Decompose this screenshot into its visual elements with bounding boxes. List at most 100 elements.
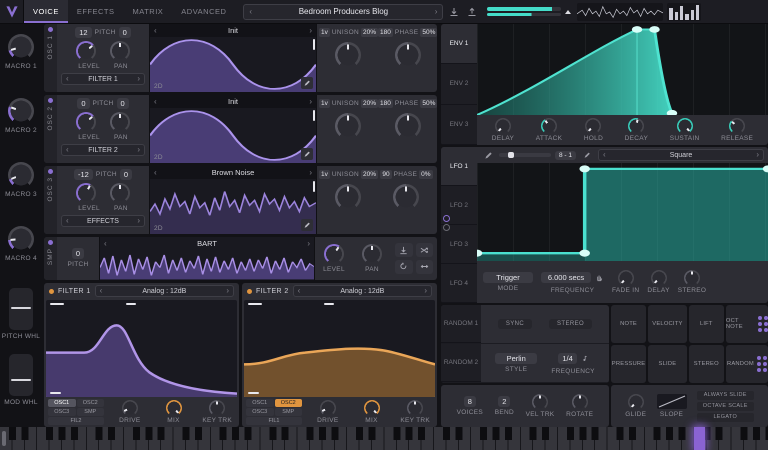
volume-slider[interactable] bbox=[487, 7, 561, 16]
next-icon[interactable]: › bbox=[756, 151, 759, 159]
keyboard-scroll-handle[interactable] bbox=[2, 431, 6, 446]
osc2-unison-knob[interactable] bbox=[335, 113, 361, 139]
osc2-frame-slider[interactable] bbox=[313, 110, 315, 121]
tab-advanced[interactable]: ADVANCED bbox=[172, 0, 235, 23]
env-release-knob[interactable] bbox=[729, 118, 745, 134]
always-slide-toggle[interactable]: ALWAYS SLIDE bbox=[697, 391, 754, 400]
osc3-unison-voices[interactable]: 1v bbox=[319, 170, 330, 179]
mod-source-random[interactable]: RANDOM bbox=[726, 345, 768, 383]
lfo-drag-source-icon[interactable] bbox=[443, 215, 450, 231]
osc2-dest-selector[interactable]: ‹ FILTER 2 › bbox=[61, 144, 145, 156]
filter2-display[interactable] bbox=[244, 300, 435, 398]
next-icon[interactable]: › bbox=[137, 217, 140, 225]
lfo-smooth-slider[interactable] bbox=[499, 153, 551, 157]
osc2-transpose[interactable]: 0 bbox=[77, 98, 89, 109]
filter2-resonance-slider[interactable] bbox=[324, 303, 334, 306]
sampler-power-button[interactable] bbox=[48, 240, 53, 245]
osc1-unison-voices[interactable]: 1v bbox=[319, 28, 330, 37]
mod-source-velocity[interactable]: VELOCITY bbox=[648, 305, 687, 343]
osc2-pan-knob[interactable] bbox=[110, 112, 130, 132]
next-icon[interactable]: › bbox=[226, 287, 229, 295]
osc2-wave-display[interactable]: ‹ Init › 2D bbox=[149, 95, 317, 163]
preset-browser[interactable]: ‹ Bedroom Producers Blog › bbox=[243, 4, 443, 20]
mod-handle-icon[interactable] bbox=[757, 356, 767, 372]
filter1-power-button[interactable] bbox=[49, 289, 54, 294]
tab-random1[interactable]: RANDOM 1 bbox=[441, 305, 481, 343]
tab-lfo4[interactable]: LFO 4 bbox=[441, 264, 477, 303]
osc2-power-button[interactable] bbox=[48, 98, 53, 103]
osc1-tune[interactable]: 0 bbox=[119, 27, 131, 38]
osc1-unison-detune[interactable]: 20% bbox=[361, 28, 378, 37]
filter1-mix-knob[interactable] bbox=[166, 400, 182, 416]
filter1-cutoff-slider[interactable] bbox=[50, 303, 64, 306]
voices-value[interactable]: 8 bbox=[464, 396, 476, 407]
osc3-unison-detune[interactable]: 20% bbox=[361, 170, 378, 179]
prev-icon[interactable]: ‹ bbox=[66, 75, 69, 83]
sampler-save-icon[interactable] bbox=[395, 243, 413, 257]
filter1-input-fil2[interactable]: FIL2 bbox=[48, 417, 104, 425]
osc1-wave-name[interactable]: Init bbox=[228, 26, 238, 35]
filter2-model-selector[interactable]: ‹ Analog : 12dB › bbox=[293, 285, 432, 297]
macro2-knob[interactable] bbox=[8, 98, 34, 124]
prev-icon[interactable]: ‹ bbox=[154, 98, 157, 106]
osc3-tune[interactable]: 0 bbox=[120, 169, 132, 180]
filter1-input-smp[interactable]: SMP bbox=[77, 408, 105, 416]
sampler-transpose[interactable]: 0 bbox=[72, 248, 84, 259]
env-decay-knob[interactable] bbox=[628, 118, 644, 134]
next-icon[interactable]: › bbox=[424, 287, 427, 295]
tab-lfo1[interactable]: LFO 1 bbox=[441, 147, 477, 186]
filter2-input-smp[interactable]: SMP bbox=[275, 408, 303, 416]
prev-icon[interactable]: ‹ bbox=[154, 27, 157, 35]
filter1-resonance-slider[interactable] bbox=[126, 303, 136, 306]
keyboard[interactable] bbox=[0, 427, 768, 450]
velocity-track-knob[interactable] bbox=[532, 394, 548, 410]
filter1-input-osc1[interactable]: OSC1 bbox=[48, 399, 76, 407]
macro4-knob[interactable] bbox=[8, 226, 34, 252]
osc3-level-knob[interactable] bbox=[76, 183, 96, 203]
osc3-phase-knob[interactable] bbox=[393, 184, 419, 210]
preset-next-icon[interactable]: › bbox=[435, 8, 438, 16]
osc3-frame-slider[interactable] bbox=[313, 181, 315, 192]
pitch-wheel[interactable] bbox=[9, 288, 33, 330]
mod-handle-icon[interactable] bbox=[758, 316, 768, 332]
env-attack-knob[interactable] bbox=[541, 118, 557, 134]
osc2-phase-value[interactable]: 180 bbox=[378, 99, 393, 108]
sampler-wave-display[interactable]: ‹ BART › bbox=[99, 237, 315, 279]
note-icon[interactable] bbox=[580, 352, 588, 366]
osc3-unison-knob[interactable] bbox=[335, 184, 361, 210]
filter1-input-osc3[interactable]: OSC3 bbox=[48, 408, 76, 416]
lfo-grid-selector[interactable]: 8 - 1 bbox=[555, 151, 576, 160]
filter1-blend-slider[interactable] bbox=[50, 392, 61, 395]
filter2-input-osc3[interactable]: OSC3 bbox=[246, 408, 274, 416]
pencil-icon[interactable] bbox=[580, 148, 594, 162]
osc1-phase-knob[interactable] bbox=[395, 42, 421, 68]
tap-tempo-icon[interactable] bbox=[594, 271, 604, 285]
filter1-display[interactable] bbox=[46, 300, 237, 398]
prev-icon[interactable]: ‹ bbox=[603, 151, 606, 159]
osc3-edit-button[interactable] bbox=[301, 219, 313, 231]
osc1-dims-toggle[interactable]: 2D bbox=[154, 83, 163, 90]
prev-icon[interactable]: ‹ bbox=[66, 217, 69, 225]
next-icon[interactable]: › bbox=[309, 27, 312, 35]
filter2-blend-slider[interactable] bbox=[248, 392, 259, 395]
env-hold-knob[interactable] bbox=[585, 118, 601, 134]
save-icon[interactable] bbox=[447, 5, 461, 19]
sampler-bounce-icon[interactable] bbox=[416, 260, 434, 274]
env-delay-knob[interactable] bbox=[495, 118, 511, 134]
preset-prev-icon[interactable]: ‹ bbox=[249, 8, 252, 16]
osc1-power-button[interactable] bbox=[48, 27, 53, 32]
osc3-dest-selector[interactable]: ‹ EFFECTS › bbox=[61, 215, 145, 227]
lfo-fadein-knob[interactable] bbox=[618, 270, 634, 286]
osc2-edit-button[interactable] bbox=[301, 148, 313, 160]
prev-icon[interactable]: ‹ bbox=[154, 169, 157, 177]
lfo-display[interactable] bbox=[477, 163, 768, 261]
tab-random2[interactable]: RANDOM 2 bbox=[441, 344, 481, 382]
rotate-knob[interactable] bbox=[572, 394, 588, 410]
osc1-wave-display[interactable]: ‹ Init › 2D bbox=[149, 24, 317, 92]
osc2-tune[interactable]: 0 bbox=[117, 98, 129, 109]
lfo-delay-knob[interactable] bbox=[651, 270, 667, 286]
filter1-input-osc2[interactable]: OSC2 bbox=[77, 399, 105, 407]
osc3-phase-rand[interactable]: 0% bbox=[419, 170, 432, 179]
export-icon[interactable] bbox=[465, 5, 479, 19]
osc2-phase-knob[interactable] bbox=[395, 113, 421, 139]
